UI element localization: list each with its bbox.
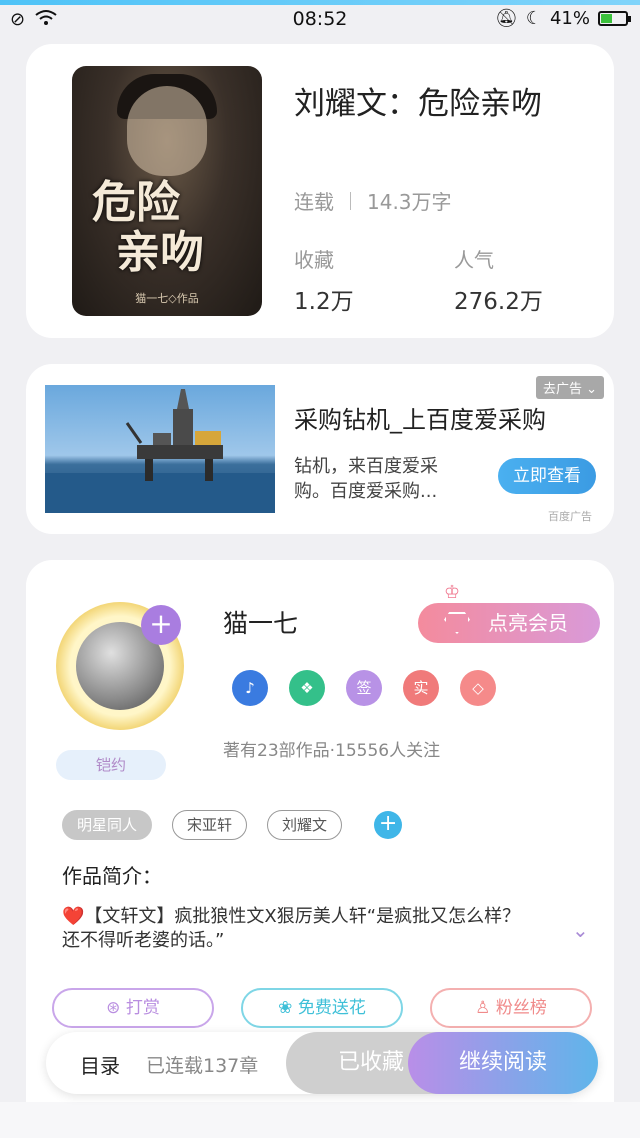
serial-status: 连载 [294, 190, 334, 214]
popularity-value: 276.2万 [454, 289, 543, 315]
book-title: 刘耀文：危险亲吻 [294, 86, 542, 122]
status-bar: ⊘ 08:52 🔕︎ ☾ 41% [0, 5, 640, 37]
oil-rig-image [45, 389, 275, 513]
user-icon: ♙ [475, 998, 491, 1018]
book-cover[interactable]: 危险 亲吻 猫一七◇作品 [72, 66, 262, 316]
favorites-value: 1.2万 [294, 289, 354, 315]
crown-icon: ♔ [444, 582, 461, 603]
bottom-background [0, 1102, 640, 1138]
intro-text: ❤️【文轩文】疯批狼性文X狠厉美人轩“是疯批又怎么样？还不得听老婆的话。” [62, 906, 521, 951]
view-now-button[interactable]: 立即查看 [498, 458, 596, 494]
fan-ranking-button[interactable]: ♙ 粉丝榜 [430, 988, 592, 1028]
tag-list: 明星同人 宋亚轩 刘耀文 + [62, 810, 403, 840]
tag-item[interactable]: 宋亚轩 [172, 810, 248, 840]
ad-card[interactable]: 去广告 ⌄ 采购钻机_上百度爱采购 钻机，来百度爱采购。百度爱采购... 立即查… [26, 364, 614, 534]
author-meta: 著有23部作品·15556人关注 [223, 741, 441, 761]
action-buttons: ⊛ 打赏 ❀ 免费送花 ♙ 粉丝榜 [52, 988, 592, 1028]
battery-icon [598, 11, 631, 26]
diamond-medal-icon[interactable]: ◇ [460, 670, 496, 706]
ad-image[interactable] [45, 385, 275, 513]
battery-text: 41% [549, 8, 590, 29]
add-tag-button[interactable]: + [374, 811, 403, 839]
author-name[interactable]: 猫一七 [223, 604, 298, 640]
handshake-icon[interactable]: ❖ [289, 670, 325, 706]
ad-title[interactable]: 采购钻机_上百度爱采购 [294, 400, 546, 435]
remove-ad-button[interactable]: 去广告 ⌄ [535, 376, 604, 399]
ad-source: 百度广告 [548, 510, 592, 523]
chapter-count: 已连载137章 [146, 1055, 259, 1077]
real-icon[interactable]: 实 [403, 670, 439, 706]
book-serial-info: 连载 14.3万字 [294, 186, 452, 215]
popularity-label: 人气 [454, 248, 494, 272]
reward-button[interactable]: ⊛ 打赏 [52, 988, 214, 1028]
follow-plus-button[interactable]: + [141, 605, 181, 645]
flower-icon: ❀ [278, 998, 293, 1018]
author-level-tag: 铠约 [56, 750, 166, 780]
book-info-card: 危险 亲吻 猫一七◇作品 刘耀文：危险亲吻 连载 14.3万字 收藏 1.2万 人… [26, 44, 614, 338]
bottom-bar: 目录 已连载137章 已收藏 继续阅读 [46, 1032, 598, 1094]
sign-icon[interactable]: 签 [346, 670, 382, 706]
moon-icon: ☾ [525, 8, 542, 29]
toc-button[interactable]: 目录 [80, 1050, 120, 1079]
ad-description: 钻机，来百度爱采购。百度爱采购... [294, 456, 438, 502]
chevron-down-icon[interactable]: ⌄ [572, 918, 592, 942]
mute-icon: 🔕︎ [494, 8, 518, 29]
tag-category[interactable]: 明星同人 [62, 810, 153, 840]
music-note-icon[interactable]: ♪ [232, 670, 268, 706]
send-flower-button[interactable]: ❀ 免费送花 [241, 988, 403, 1028]
light-up-vip-button[interactable]: 点亮会员 [418, 603, 600, 643]
tag-item[interactable]: 刘耀文 [267, 810, 343, 840]
intro-label: 作品简介： [62, 864, 162, 888]
favorites-label: 收藏 [294, 248, 334, 272]
continue-reading-button[interactable]: 继续阅读 [408, 1032, 598, 1094]
medal-list: ♪ ❖ 签 实 ◇ [232, 670, 496, 706]
coin-icon: ⊛ [106, 998, 121, 1018]
word-count: 14.3万字 [367, 190, 452, 214]
